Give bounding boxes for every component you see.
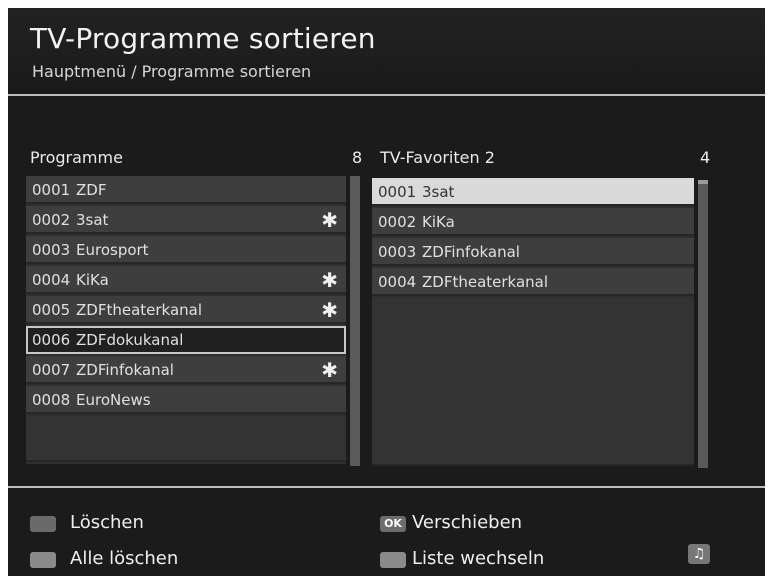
favorite-star-icon: ✱ [321, 298, 338, 322]
programme-list-title: Programme [30, 148, 123, 167]
channel-name: ZDFinfokanal [422, 243, 520, 261]
delete-all-button[interactable]: Alle löschen [70, 548, 178, 569]
list-item[interactable]: 0003 Eurosport [26, 236, 346, 264]
channel-number: 0003 [32, 241, 71, 259]
favorite-star-icon: ✱ [321, 208, 338, 232]
list-empty-row [26, 416, 346, 462]
list-item[interactable]: 0002 3sat ✱ [26, 206, 346, 234]
move-button[interactable]: Verschieben [412, 512, 522, 533]
list-item-selected[interactable]: 0006 ZDFdokukanal [26, 326, 346, 354]
channel-name: ZDFtheaterkanal [422, 273, 549, 291]
list-empty-row [372, 298, 694, 466]
channel-name: KiKa [422, 213, 455, 231]
favorite-star-icon: ✱ [321, 268, 338, 292]
favorites-list-title: TV-Favoriten 2 [380, 148, 495, 167]
programme-count: 8 [352, 148, 363, 167]
music-icon[interactable]: ♫ [688, 544, 710, 564]
favorites-list-scrollbar[interactable] [698, 180, 708, 468]
red-key-icon [30, 516, 56, 532]
ok-key-icon: OK [380, 516, 406, 532]
programme-list: 0001 ZDF 0002 3sat ✱ 0003 Eurosport 0004 KiK… [26, 176, 346, 464]
channel-number: 0004 [32, 271, 71, 289]
switch-list-key-icon [380, 552, 406, 568]
channel-number: 0001 [32, 181, 71, 199]
channel-number: 0003 [378, 243, 417, 261]
channel-number: 0008 [32, 391, 71, 409]
footer: Löschen Alle löschen OK Verschieben List… [8, 488, 765, 576]
channel-number: 0002 [32, 211, 71, 229]
channel-name: ZDFinfokanal [76, 361, 174, 379]
switch-list-button[interactable]: Liste wechseln [412, 548, 544, 569]
list-item[interactable]: 0004 KiKa ✱ [26, 266, 346, 294]
list-item-highlighted[interactable]: 0001 3sat [372, 178, 694, 206]
channel-name: 3sat [422, 183, 455, 201]
channel-name: KiKa [76, 271, 109, 289]
channel-number: 0004 [378, 273, 417, 291]
list-item[interactable]: 0005 ZDFtheaterkanal ✱ [26, 296, 346, 324]
channel-name: ZDF [76, 181, 107, 199]
channel-number: 0002 [378, 213, 417, 231]
channel-number: 0001 [378, 183, 417, 201]
channel-name: ZDFdokukanal [76, 331, 184, 349]
list-item[interactable]: 0008 EuroNews [26, 386, 346, 414]
channel-number: 0005 [32, 301, 71, 319]
programme-list-scrollbar[interactable] [350, 176, 360, 466]
list-item[interactable]: 0004 ZDFtheaterkanal [372, 268, 694, 296]
delete-button[interactable]: Löschen [70, 512, 144, 533]
list-item[interactable]: 0003 ZDFinfokanal [372, 238, 694, 266]
favorites-count: 4 [700, 148, 711, 167]
channel-number: 0006 [32, 331, 71, 349]
header: TV-Programme sortieren Hauptmenü / Progr… [8, 8, 765, 92]
green-key-icon [30, 552, 56, 568]
channel-name: 3sat [76, 211, 109, 229]
channel-number: 0007 [32, 361, 71, 379]
list-item[interactable]: 0007 ZDFinfokanal ✱ [26, 356, 346, 384]
breadcrumb: Hauptmenü / Programme sortieren [32, 62, 312, 81]
channel-name: EuroNews [76, 391, 151, 409]
favorites-list: 0001 3sat 0002 KiKa 0003 ZDFinfokanal 0004 Z… [372, 178, 694, 466]
page-title: TV-Programme sortieren [30, 22, 376, 55]
list-item[interactable]: 0002 KiKa [372, 208, 694, 236]
tv-screen: TV-Programme sortieren Hauptmenü / Progr… [8, 8, 765, 576]
favorite-star-icon: ✱ [321, 358, 338, 382]
channel-name: ZDFtheaterkanal [76, 301, 203, 319]
channel-name: Eurosport [76, 241, 149, 259]
scrollbar-thumb[interactable] [698, 180, 708, 184]
list-item[interactable]: 0001 ZDF [26, 176, 346, 204]
header-divider [8, 94, 765, 96]
